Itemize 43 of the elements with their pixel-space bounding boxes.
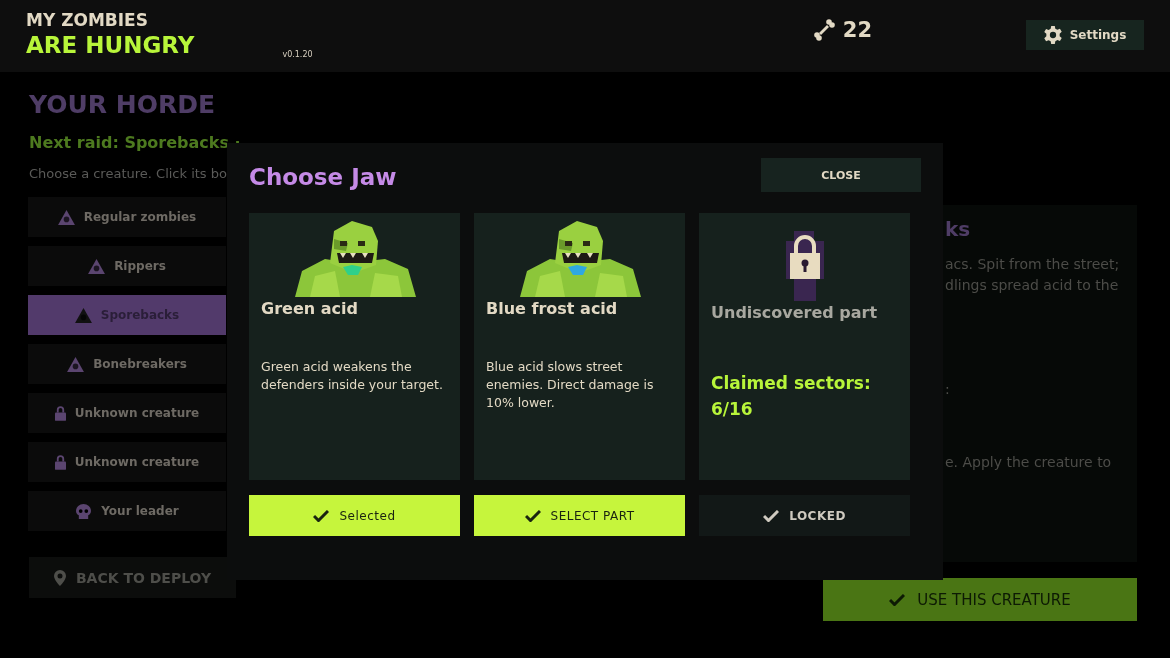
part-description: Green acid weakens the defenders inside your target. xyxy=(261,358,444,394)
settings-button[interactable]: Settings xyxy=(1026,20,1144,50)
check-icon xyxy=(524,509,541,522)
creature-tab[interactable]: Rippers xyxy=(28,246,226,286)
detail-text: e. Apply the creature to xyxy=(945,453,1113,472)
creature-tab[interactable]: Unknown creature xyxy=(28,442,226,482)
part-name: Undiscovered part xyxy=(711,303,879,322)
game-title: MY ZOMBIES xyxy=(26,10,149,30)
check-icon xyxy=(313,509,330,522)
part-name: Green acid xyxy=(261,299,359,318)
biohazard-icon xyxy=(74,307,92,323)
lock-icon xyxy=(54,405,66,421)
creature-description: acs. Spit from the street; dlings spread acid to the xyxy=(945,255,1121,295)
bone-count: 22 xyxy=(842,18,872,42)
dialog-title: Choose Jaw xyxy=(249,164,397,190)
settings-icon xyxy=(1043,26,1062,44)
part-select-button[interactable]: Selected xyxy=(249,495,460,536)
skull-icon xyxy=(75,503,93,519)
page-heading: YOUR HORDE xyxy=(29,90,216,119)
part-select-button[interactable]: SELECT PART xyxy=(474,495,685,536)
use-creature-button[interactable]: USE THIS CREATURE xyxy=(823,578,1137,621)
unlock-requirement: Claimed sectors: 6/16 xyxy=(711,372,872,421)
game-subtitle: ARE HUNGRY xyxy=(26,32,195,58)
creature-tab[interactable]: Bonebreakers xyxy=(28,344,226,384)
part-name: Blue frost acid xyxy=(486,299,619,318)
instruction-text: Choose a creature. Click its bo xyxy=(29,166,227,181)
lock-icon xyxy=(54,454,66,470)
biohazard-icon xyxy=(57,209,75,225)
biohazard-icon xyxy=(67,356,85,372)
back-button[interactable]: BACK TO DEPLOY xyxy=(29,557,236,598)
check-icon xyxy=(889,593,906,606)
detail-text: : xyxy=(945,380,951,399)
creature-tab[interactable]: Your leader xyxy=(28,491,226,531)
creature-name: ks xyxy=(945,219,972,240)
check-icon xyxy=(763,509,780,522)
creature-tab[interactable]: Unknown creature xyxy=(28,393,226,433)
version-label: v0.1.20 xyxy=(282,50,313,59)
bone-icon xyxy=(812,19,835,41)
creature-tab[interactable]: Regular zombies xyxy=(28,197,226,237)
part-description: Blue acid slows street enemies. Direct damage is 10% lower. xyxy=(486,358,655,412)
location-pin-icon xyxy=(53,569,66,586)
close-button[interactable]: CLOSE xyxy=(761,158,921,192)
biohazard-icon xyxy=(88,258,106,274)
